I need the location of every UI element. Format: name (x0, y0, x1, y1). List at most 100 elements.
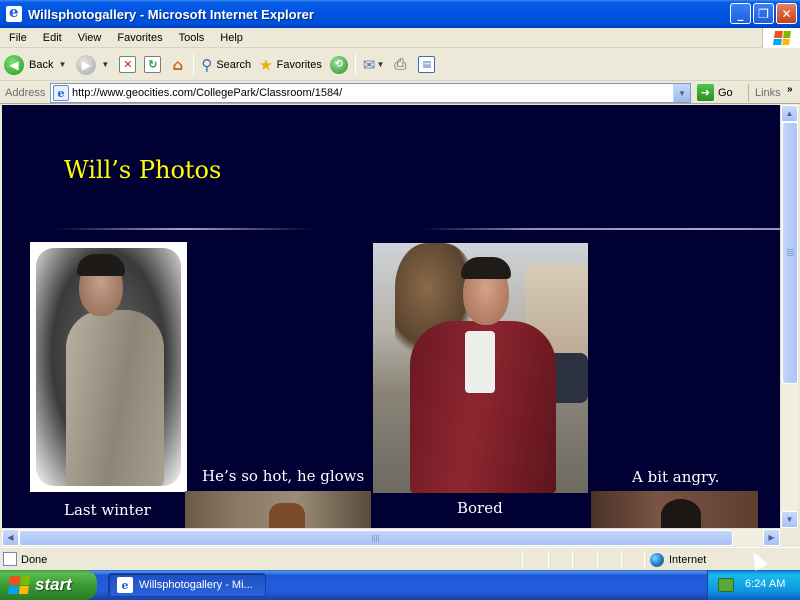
back-dropdown-icon[interactable]: ▼ (58, 60, 66, 69)
windows-flag-icon (7, 576, 31, 594)
menu-edit[interactable]: Edit (34, 32, 69, 44)
scroll-left-button[interactable]: ◀ (2, 529, 19, 546)
mail-button[interactable]: ✉ ▼ (359, 52, 391, 78)
search-button[interactable]: ⚲ Search (197, 52, 255, 78)
photo-vignette (36, 248, 181, 486)
menu-bar: File Edit View Favorites Tools Help (0, 28, 800, 48)
mail-dropdown-icon[interactable]: ▼ (376, 60, 384, 69)
print-icon: ⎙ (394, 56, 407, 73)
page-done-icon (3, 552, 17, 566)
status-divider (548, 551, 549, 568)
stop-button[interactable]: ✕ (115, 52, 140, 78)
photo-bored (373, 243, 588, 493)
photo-caption: Bored (457, 499, 503, 517)
system-tray: 6:24 AM (707, 570, 800, 600)
status-divider (621, 551, 622, 568)
vertical-scroll-thumb[interactable] (782, 122, 798, 384)
window-controls: _ ❐ ✕ (730, 3, 797, 24)
start-button[interactable]: start (0, 570, 97, 600)
scrollbar-corner (780, 528, 798, 546)
grip-icon (372, 535, 380, 542)
page-title: Will’s Photos (64, 156, 222, 184)
window-title: Willsphotogallery - Microsoft Internet E… (28, 6, 314, 22)
back-button[interactable]: ◀ Back ▼ (0, 52, 72, 78)
standard-toolbar: ◀ Back ▼ ▶ ▼ ✕ ↻ ⌂ ⚲ Search ★ Favorites … (0, 49, 800, 81)
print-button[interactable]: ⎙ (390, 52, 414, 78)
divider-line (54, 228, 314, 230)
status-bar: Done Internet (0, 547, 800, 570)
refresh-icon: ↻ (144, 56, 162, 73)
photo-caption: A bit angry. (632, 468, 720, 486)
windows-logo-icon (762, 28, 800, 48)
head (661, 499, 701, 528)
network-icon[interactable] (718, 578, 734, 592)
photo-last-winter (30, 242, 187, 492)
edit-icon: ▤ (418, 56, 436, 73)
home-icon: ⌂ (172, 55, 184, 74)
divider-line (422, 228, 780, 230)
menu-favorites[interactable]: Favorites (108, 32, 169, 44)
refresh-button[interactable]: ↻ (140, 52, 165, 78)
mail-icon: ✉ (362, 56, 376, 74)
edit-button[interactable]: ▤ (414, 52, 439, 78)
menu-help[interactable]: Help (211, 32, 250, 44)
favorites-button[interactable]: ★ Favorites (255, 52, 326, 78)
address-bar: Address e http://www.geocities.com/Colle… (0, 82, 800, 104)
stop-icon: ✕ (119, 56, 137, 73)
address-dropdown-icon[interactable]: ▼ (673, 84, 690, 102)
page-icon: e (53, 85, 69, 101)
photo-partial-indoor (591, 491, 758, 528)
search-icon: ⚲ (201, 56, 213, 74)
status-divider (644, 551, 645, 568)
web-page-viewport: Will’s Photos Last winter He’s so hot, h… (2, 105, 780, 528)
horizontal-scroll-thumb[interactable] (19, 530, 733, 546)
scroll-down-button[interactable]: ▼ (781, 511, 798, 528)
toolbar-separator (193, 53, 195, 76)
taskbar-item-label: Willsphotogallery - Mi... (139, 579, 253, 591)
photo-caption: He’s so hot, he glows (202, 467, 365, 485)
taskbar: start e Willsphotogallery - Mi... 6:24 A… (0, 570, 800, 600)
hat (269, 503, 305, 528)
forward-button[interactable]: ▶ ▼ (72, 52, 115, 78)
scroll-up-button[interactable]: ▲ (781, 105, 798, 122)
horizontal-scrollbar[interactable]: ◀ ▶ (2, 528, 780, 546)
toolbar-separator (354, 53, 356, 76)
taskbar-item-browser[interactable]: e Willsphotogallery - Mi... (108, 573, 266, 597)
photo-caption: Last winter (64, 501, 151, 519)
photo-partial-street (185, 491, 371, 528)
clock[interactable]: 6:24 AM (745, 578, 785, 590)
status-text: Done (21, 554, 48, 566)
menu-tools[interactable]: Tools (170, 32, 212, 44)
hair (461, 257, 511, 279)
status-divider (597, 551, 598, 568)
forward-arrow-icon: ▶ (76, 54, 97, 75)
scroll-right-button[interactable]: ▶ (763, 529, 780, 546)
menu-view[interactable]: View (69, 32, 109, 44)
menu-file[interactable]: File (0, 32, 34, 44)
favorites-star-icon: ★ (259, 56, 273, 74)
forward-dropdown-icon[interactable]: ▼ (101, 60, 109, 69)
internet-zone-globe-icon (650, 553, 664, 567)
status-divider (572, 551, 573, 568)
history-button[interactable]: ⟲ (326, 52, 352, 78)
address-input[interactable]: e http://www.geocities.com/CollegePark/C… (50, 83, 691, 103)
back-arrow-icon: ◀ (4, 54, 24, 75)
trench-coat (66, 310, 164, 486)
status-divider (522, 551, 523, 568)
maximize-button[interactable]: ❐ (753, 3, 774, 24)
address-url[interactable]: http://www.geocities.com/CollegePark/Cla… (72, 87, 342, 99)
security-zone-label: Internet (669, 554, 707, 566)
white-shirt (465, 331, 495, 393)
chevron-icon[interactable]: » (787, 84, 793, 95)
internet-explorer-icon (6, 3, 22, 22)
home-button[interactable]: ⌂ (165, 52, 190, 78)
search-label: Search (216, 58, 252, 71)
minimize-button[interactable]: _ (730, 3, 751, 24)
close-button[interactable]: ✕ (776, 3, 797, 24)
title-bar[interactable]: Willsphotogallery - Microsoft Internet E… (0, 0, 800, 28)
links-button[interactable]: Links (755, 87, 781, 99)
vertical-scrollbar[interactable]: ▲ ▼ (780, 105, 798, 528)
go-button[interactable]: ➜ Go (697, 84, 733, 101)
grip-icon (787, 249, 794, 257)
hair (77, 254, 125, 276)
